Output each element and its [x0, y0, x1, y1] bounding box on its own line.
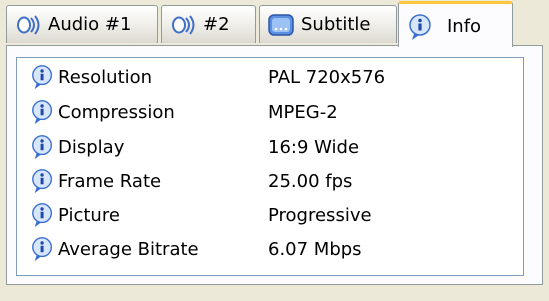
- tab-info[interactable]: Info: [398, 1, 513, 47]
- info-row-display: Display 16:9 Wide: [30, 132, 359, 162]
- info-row-picture: Picture Progressive: [30, 200, 372, 230]
- tab-audio-2[interactable]: #2: [161, 5, 256, 43]
- info-icon: [32, 169, 53, 194]
- info-row-frame-rate: Frame Rate 25.00 fps: [30, 166, 352, 196]
- tab-label: #2: [203, 14, 230, 35]
- tab-audio-1[interactable]: Audio #1: [6, 5, 158, 43]
- subtitle-icon: [268, 13, 294, 36]
- info-key: Resolution: [58, 66, 153, 88]
- info-key: Picture: [58, 204, 120, 226]
- speaker-sound-icon: [17, 14, 40, 35]
- tab-subtitle[interactable]: Subtitle: [259, 5, 397, 43]
- tab-label: Subtitle: [301, 14, 371, 35]
- speaker-sound-icon: [172, 14, 195, 35]
- info-icon: [32, 65, 53, 90]
- tab-label: Info: [447, 16, 482, 37]
- info-row-average-bitrate: Average Bitrate 6.07 Mbps: [30, 234, 362, 264]
- info-value: 6.07 Mbps: [268, 238, 362, 260]
- info-key: Frame Rate: [58, 170, 162, 192]
- info-icon: [32, 135, 53, 160]
- info-panel: Resolution PAL 720x576 Compression MPEG-…: [6, 45, 543, 285]
- info-value: PAL 720x576: [268, 66, 386, 88]
- info-icon: [32, 203, 53, 228]
- tab-label: Audio #1: [48, 14, 132, 35]
- info-value: Progressive: [268, 204, 372, 226]
- info-key: Compression: [58, 101, 175, 123]
- info-key: Display: [58, 136, 125, 158]
- info-icon: [32, 100, 53, 125]
- info-icon: [32, 237, 53, 262]
- info-value: MPEG-2: [268, 101, 338, 123]
- info-row-compression: Compression MPEG-2: [30, 97, 338, 127]
- info-value: 25.00 fps: [268, 170, 353, 192]
- tab-strip: Audio #1 #2 Subtitle Info: [6, 0, 543, 47]
- info-key: Average Bitrate: [58, 238, 199, 260]
- info-value: 16:9 Wide: [268, 136, 360, 158]
- info-icon: [409, 13, 431, 40]
- info-row-resolution: Resolution PAL 720x576: [30, 62, 385, 92]
- info-group-box: Resolution PAL 720x576 Compression MPEG-…: [16, 57, 524, 276]
